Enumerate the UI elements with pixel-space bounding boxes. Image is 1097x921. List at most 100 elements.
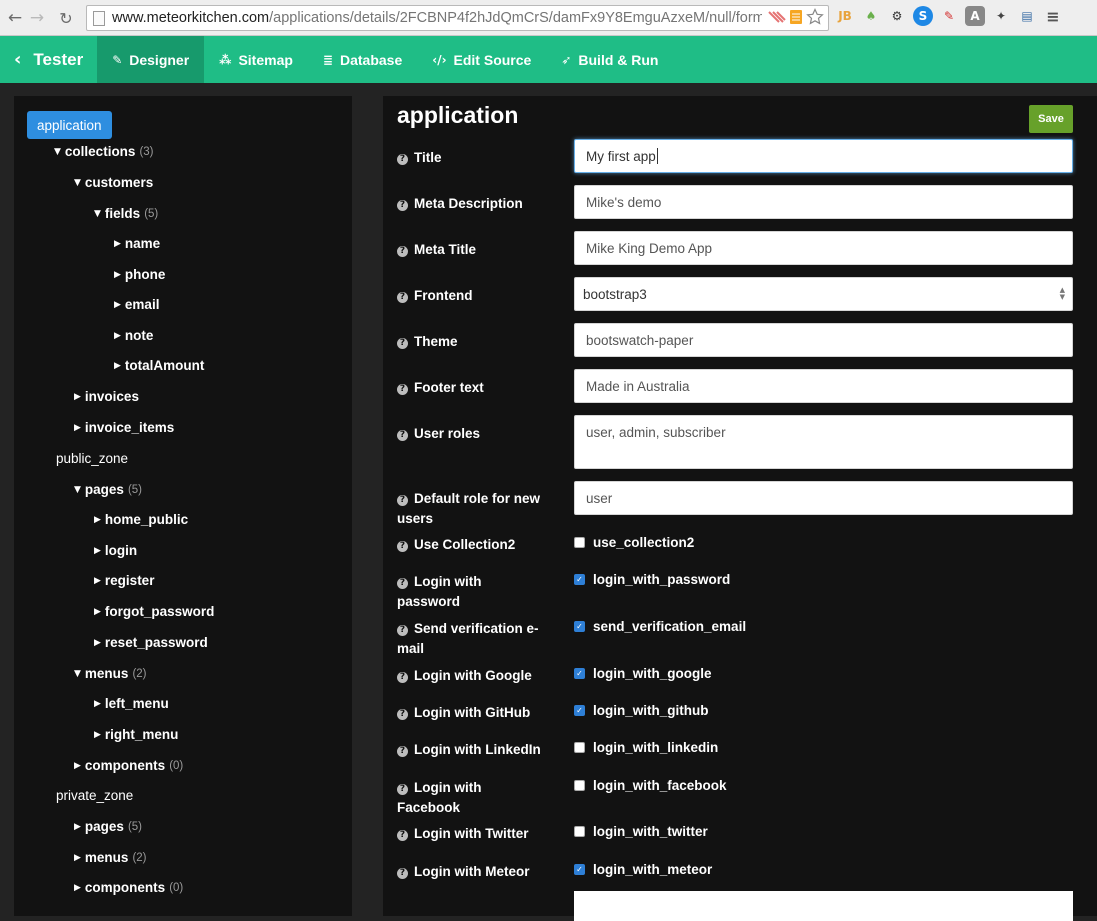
tree-item-phone[interactable]: ▶ phone: [114, 267, 165, 282]
checkbox-unchecked-icon[interactable]: [574, 742, 585, 753]
default-role-input[interactable]: user: [574, 481, 1073, 515]
nav-build-run[interactable]: ➶ Build & Run: [546, 36, 673, 83]
checkbox-login-with-google[interactable]: ✓ login_with_google: [574, 666, 712, 681]
skype-extension-icon[interactable]: S: [913, 6, 933, 26]
tree-item-invoices[interactable]: ▶ invoices: [74, 389, 139, 404]
caret-down-icon[interactable]: ▼: [74, 669, 81, 679]
caret-right-icon[interactable]: ▶: [94, 699, 101, 709]
caret-right-icon[interactable]: ▶: [94, 607, 101, 617]
checkbox-checked-icon[interactable]: ✓: [574, 621, 585, 632]
tree-item-components[interactable]: ▶ components (0): [74, 758, 183, 773]
tree-item-menus[interactable]: ▼ menus (2): [74, 666, 147, 681]
tree-item-components[interactable]: ▶ components (0): [74, 880, 183, 895]
help-icon[interactable]: ?: [397, 495, 408, 506]
caret-right-icon[interactable]: ▶: [94, 576, 101, 586]
help-icon[interactable]: ?: [397, 384, 408, 395]
theme-input[interactable]: bootswatch-paper: [574, 323, 1073, 357]
tree-item-name[interactable]: ▶ name: [114, 236, 160, 251]
tree-item-pages[interactable]: ▼ pages (5): [74, 482, 142, 497]
checkbox-login-with-facebook[interactable]: login_with_facebook: [574, 778, 727, 793]
checkbox-login-with-twitter[interactable]: login_with_twitter: [574, 824, 708, 839]
tree-item-forgot-password[interactable]: ▶ forgot_password: [94, 604, 214, 619]
tree-item-private-zone[interactable]: private_zone: [56, 788, 133, 803]
caret-right-icon[interactable]: ▶: [94, 730, 101, 740]
frontend-select[interactable]: bootstrap3 ▲ ▼: [574, 277, 1073, 311]
back-to-app-link[interactable]: ‹ Tester: [0, 36, 97, 83]
help-icon[interactable]: ?: [397, 578, 408, 589]
caret-right-icon[interactable]: ▶: [94, 546, 101, 556]
tree-item-fields[interactable]: ▼ fields (5): [94, 206, 158, 221]
cleaner-extension-icon[interactable]: ✎: [939, 6, 959, 26]
help-icon[interactable]: ?: [397, 672, 408, 683]
caret-right-icon[interactable]: ▶: [114, 239, 121, 249]
checkbox-login-with-meteor[interactable]: ✓ login_with_meteor: [574, 862, 712, 877]
next-field-input[interactable]: [574, 891, 1073, 921]
footer-text-input[interactable]: Made in Australia: [574, 369, 1073, 403]
save-button[interactable]: Save: [1029, 105, 1073, 133]
angular-extension-icon[interactable]: A: [965, 6, 985, 26]
tree-item-collections[interactable]: ▼ collections (3): [54, 144, 154, 159]
tree-item-right-menu[interactable]: ▶ right_menu: [94, 727, 178, 742]
tree-item-home-public[interactable]: ▶ home_public: [94, 512, 188, 527]
help-icon[interactable]: ?: [397, 868, 408, 879]
nav-database[interactable]: ≣ Database: [308, 36, 417, 83]
checkbox-login-with-github[interactable]: ✓ login_with_github: [574, 703, 708, 718]
help-icon[interactable]: ?: [397, 430, 408, 441]
caret-right-icon[interactable]: ▶: [74, 853, 81, 863]
caret-right-icon[interactable]: ▶: [74, 423, 81, 433]
menu-icon[interactable]: ≡: [1043, 6, 1063, 26]
user-roles-textarea[interactable]: user, admin, subscriber: [574, 415, 1073, 469]
caret-right-icon[interactable]: ▶: [114, 300, 121, 310]
caret-right-icon[interactable]: ▶: [74, 761, 81, 771]
reader-extension-icon[interactable]: ▤: [1017, 6, 1037, 26]
caret-down-icon[interactable]: ▼: [54, 147, 61, 157]
help-icon[interactable]: ?: [397, 154, 408, 165]
reload-icon[interactable]: ↻: [55, 7, 77, 29]
address-bar[interactable]: www.meteorkitchen.com/applications/detai…: [86, 5, 829, 31]
caret-down-icon[interactable]: ▼: [74, 485, 81, 495]
help-icon[interactable]: ?: [397, 746, 408, 757]
tree-item-reset-password[interactable]: ▶ reset_password: [94, 635, 208, 650]
stripes-extension-icon[interactable]: [766, 8, 786, 26]
nav-edit-source[interactable]: ‹/› Edit Source: [417, 36, 546, 83]
help-icon[interactable]: ?: [397, 541, 408, 552]
caret-right-icon[interactable]: ▶: [114, 361, 121, 371]
caret-right-icon[interactable]: ▶: [114, 270, 121, 280]
tree-item-note[interactable]: ▶ note: [114, 328, 153, 343]
help-icon[interactable]: ?: [397, 830, 408, 841]
star-icon[interactable]: [806, 8, 824, 26]
caret-right-icon[interactable]: ▶: [94, 638, 101, 648]
caret-down-icon[interactable]: ▼: [74, 178, 81, 188]
help-icon[interactable]: ?: [397, 200, 408, 211]
help-icon[interactable]: ?: [397, 625, 408, 636]
tree-item-pages[interactable]: ▶ pages (5): [74, 819, 142, 834]
caret-right-icon[interactable]: ▶: [94, 515, 101, 525]
checkbox-unchecked-icon[interactable]: [574, 826, 585, 837]
tree-item-login[interactable]: ▶ login: [94, 543, 137, 558]
tree-root-application[interactable]: application: [27, 111, 112, 139]
caret-right-icon[interactable]: ▶: [114, 331, 121, 341]
url-text[interactable]: www.meteorkitchen.com/applications/detai…: [112, 10, 762, 26]
checkbox-checked-icon[interactable]: ✓: [574, 705, 585, 716]
help-icon[interactable]: ?: [397, 784, 408, 795]
tree-item-menus[interactable]: ▶ menus (2): [74, 850, 147, 865]
tree-item-customers[interactable]: ▼ customers: [74, 175, 153, 190]
nav-designer[interactable]: ✎ Designer: [97, 36, 205, 83]
meta-description-input[interactable]: Mike's demo: [574, 185, 1073, 219]
puzzle-extension-icon[interactable]: ✦: [991, 6, 1011, 26]
checkbox-login-with-linkedin[interactable]: login_with_linkedin: [574, 740, 718, 755]
checkbox-checked-icon[interactable]: ✓: [574, 668, 585, 679]
tree-item-totalamount[interactable]: ▶ totalAmount: [114, 358, 204, 373]
bookmark-list-icon[interactable]: [789, 8, 803, 26]
nav-sitemap[interactable]: ⁂ Sitemap: [204, 36, 308, 83]
jb-extension-icon[interactable]: JB: [835, 6, 855, 26]
caret-down-icon[interactable]: ▼: [94, 209, 101, 219]
tree-item-left-menu[interactable]: ▶ left_menu: [94, 696, 169, 711]
help-icon[interactable]: ?: [397, 338, 408, 349]
checkbox-login-with-password[interactable]: ✓ login_with_password: [574, 572, 730, 587]
title-input[interactable]: My first app: [574, 139, 1073, 173]
tree-item-email[interactable]: ▶ email: [114, 297, 159, 312]
tree-item-invoice-items[interactable]: ▶ invoice_items: [74, 420, 174, 435]
help-icon[interactable]: ?: [397, 709, 408, 720]
help-icon[interactable]: ?: [397, 292, 408, 303]
